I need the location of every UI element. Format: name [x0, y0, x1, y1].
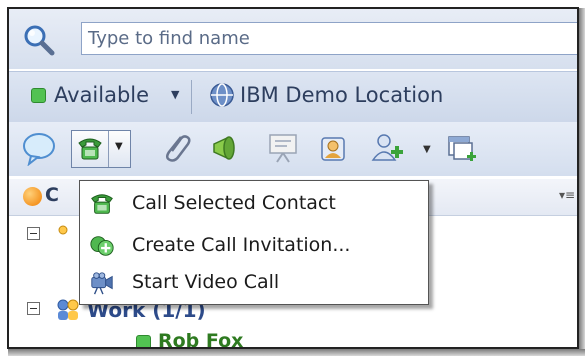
add-contact-icon[interactable]	[369, 130, 405, 166]
collapse-toggle[interactable]	[27, 227, 40, 240]
contact-row[interactable]: Rob Fox	[9, 328, 577, 349]
contact-name: Rob Fox	[158, 330, 244, 349]
chat-bubble-icon[interactable]	[21, 130, 57, 166]
collapse-toggle[interactable]	[27, 302, 40, 315]
video-camera-icon	[91, 272, 113, 295]
call-button[interactable]: ▼	[71, 130, 131, 168]
phone-icon	[78, 138, 102, 160]
menu-item-create-call-invitation[interactable]: Create Call Invitation...	[80, 228, 428, 264]
contact-card-icon[interactable]	[315, 130, 351, 166]
call-dropdown-menu: Call Selected Contact Create Call Invita…	[79, 180, 429, 305]
status-dot-icon	[23, 187, 42, 206]
paperclip-icon[interactable]	[159, 130, 195, 166]
search-input[interactable]: Type to find name	[81, 22, 577, 55]
contacts-panel: Type to find name Available ▼ IBM Demo L…	[7, 7, 579, 349]
globe-icon[interactable]	[209, 82, 235, 108]
available-status-icon	[31, 88, 46, 103]
call-invitation-icon	[90, 236, 114, 256]
window-shadow-bottom	[8, 349, 585, 356]
group-icon	[57, 299, 79, 320]
split-divider	[108, 131, 109, 167]
menu-item-call-selected-contact[interactable]: Call Selected Contact	[80, 186, 428, 222]
menu-item-label: Call Selected Contact	[132, 192, 336, 214]
menu-item-start-video-call[interactable]: Start Video Call	[80, 265, 428, 301]
chevron-down-icon[interactable]: ▼	[423, 144, 431, 155]
magnifier-icon[interactable]	[23, 24, 55, 56]
new-window-icon[interactable]	[443, 130, 479, 166]
divider	[191, 80, 192, 114]
status-bar: Available ▼ IBM Demo Location	[9, 71, 577, 122]
status-dropdown[interactable]: Available	[54, 83, 149, 107]
menu-item-label: Create Call Invitation...	[132, 234, 351, 256]
megaphone-icon[interactable]	[209, 130, 245, 166]
group-icon	[58, 225, 68, 235]
search-bar: Type to find name	[9, 9, 577, 69]
window-shadow-right	[579, 8, 585, 356]
location-button[interactable]: IBM Demo Location	[240, 83, 443, 107]
action-toolbar: ▼ ▼	[9, 122, 577, 176]
menu-item-label: Start Video Call	[132, 271, 280, 293]
chevron-down-icon[interactable]: ▼	[171, 88, 179, 101]
list-header-label: C	[45, 184, 59, 206]
presentation-icon[interactable]	[265, 130, 301, 166]
chevron-down-icon[interactable]: ▼	[115, 141, 123, 152]
phone-icon	[91, 194, 113, 214]
list-menu-icon[interactable]: ▾≡	[559, 188, 575, 202]
available-status-icon	[136, 335, 151, 347]
